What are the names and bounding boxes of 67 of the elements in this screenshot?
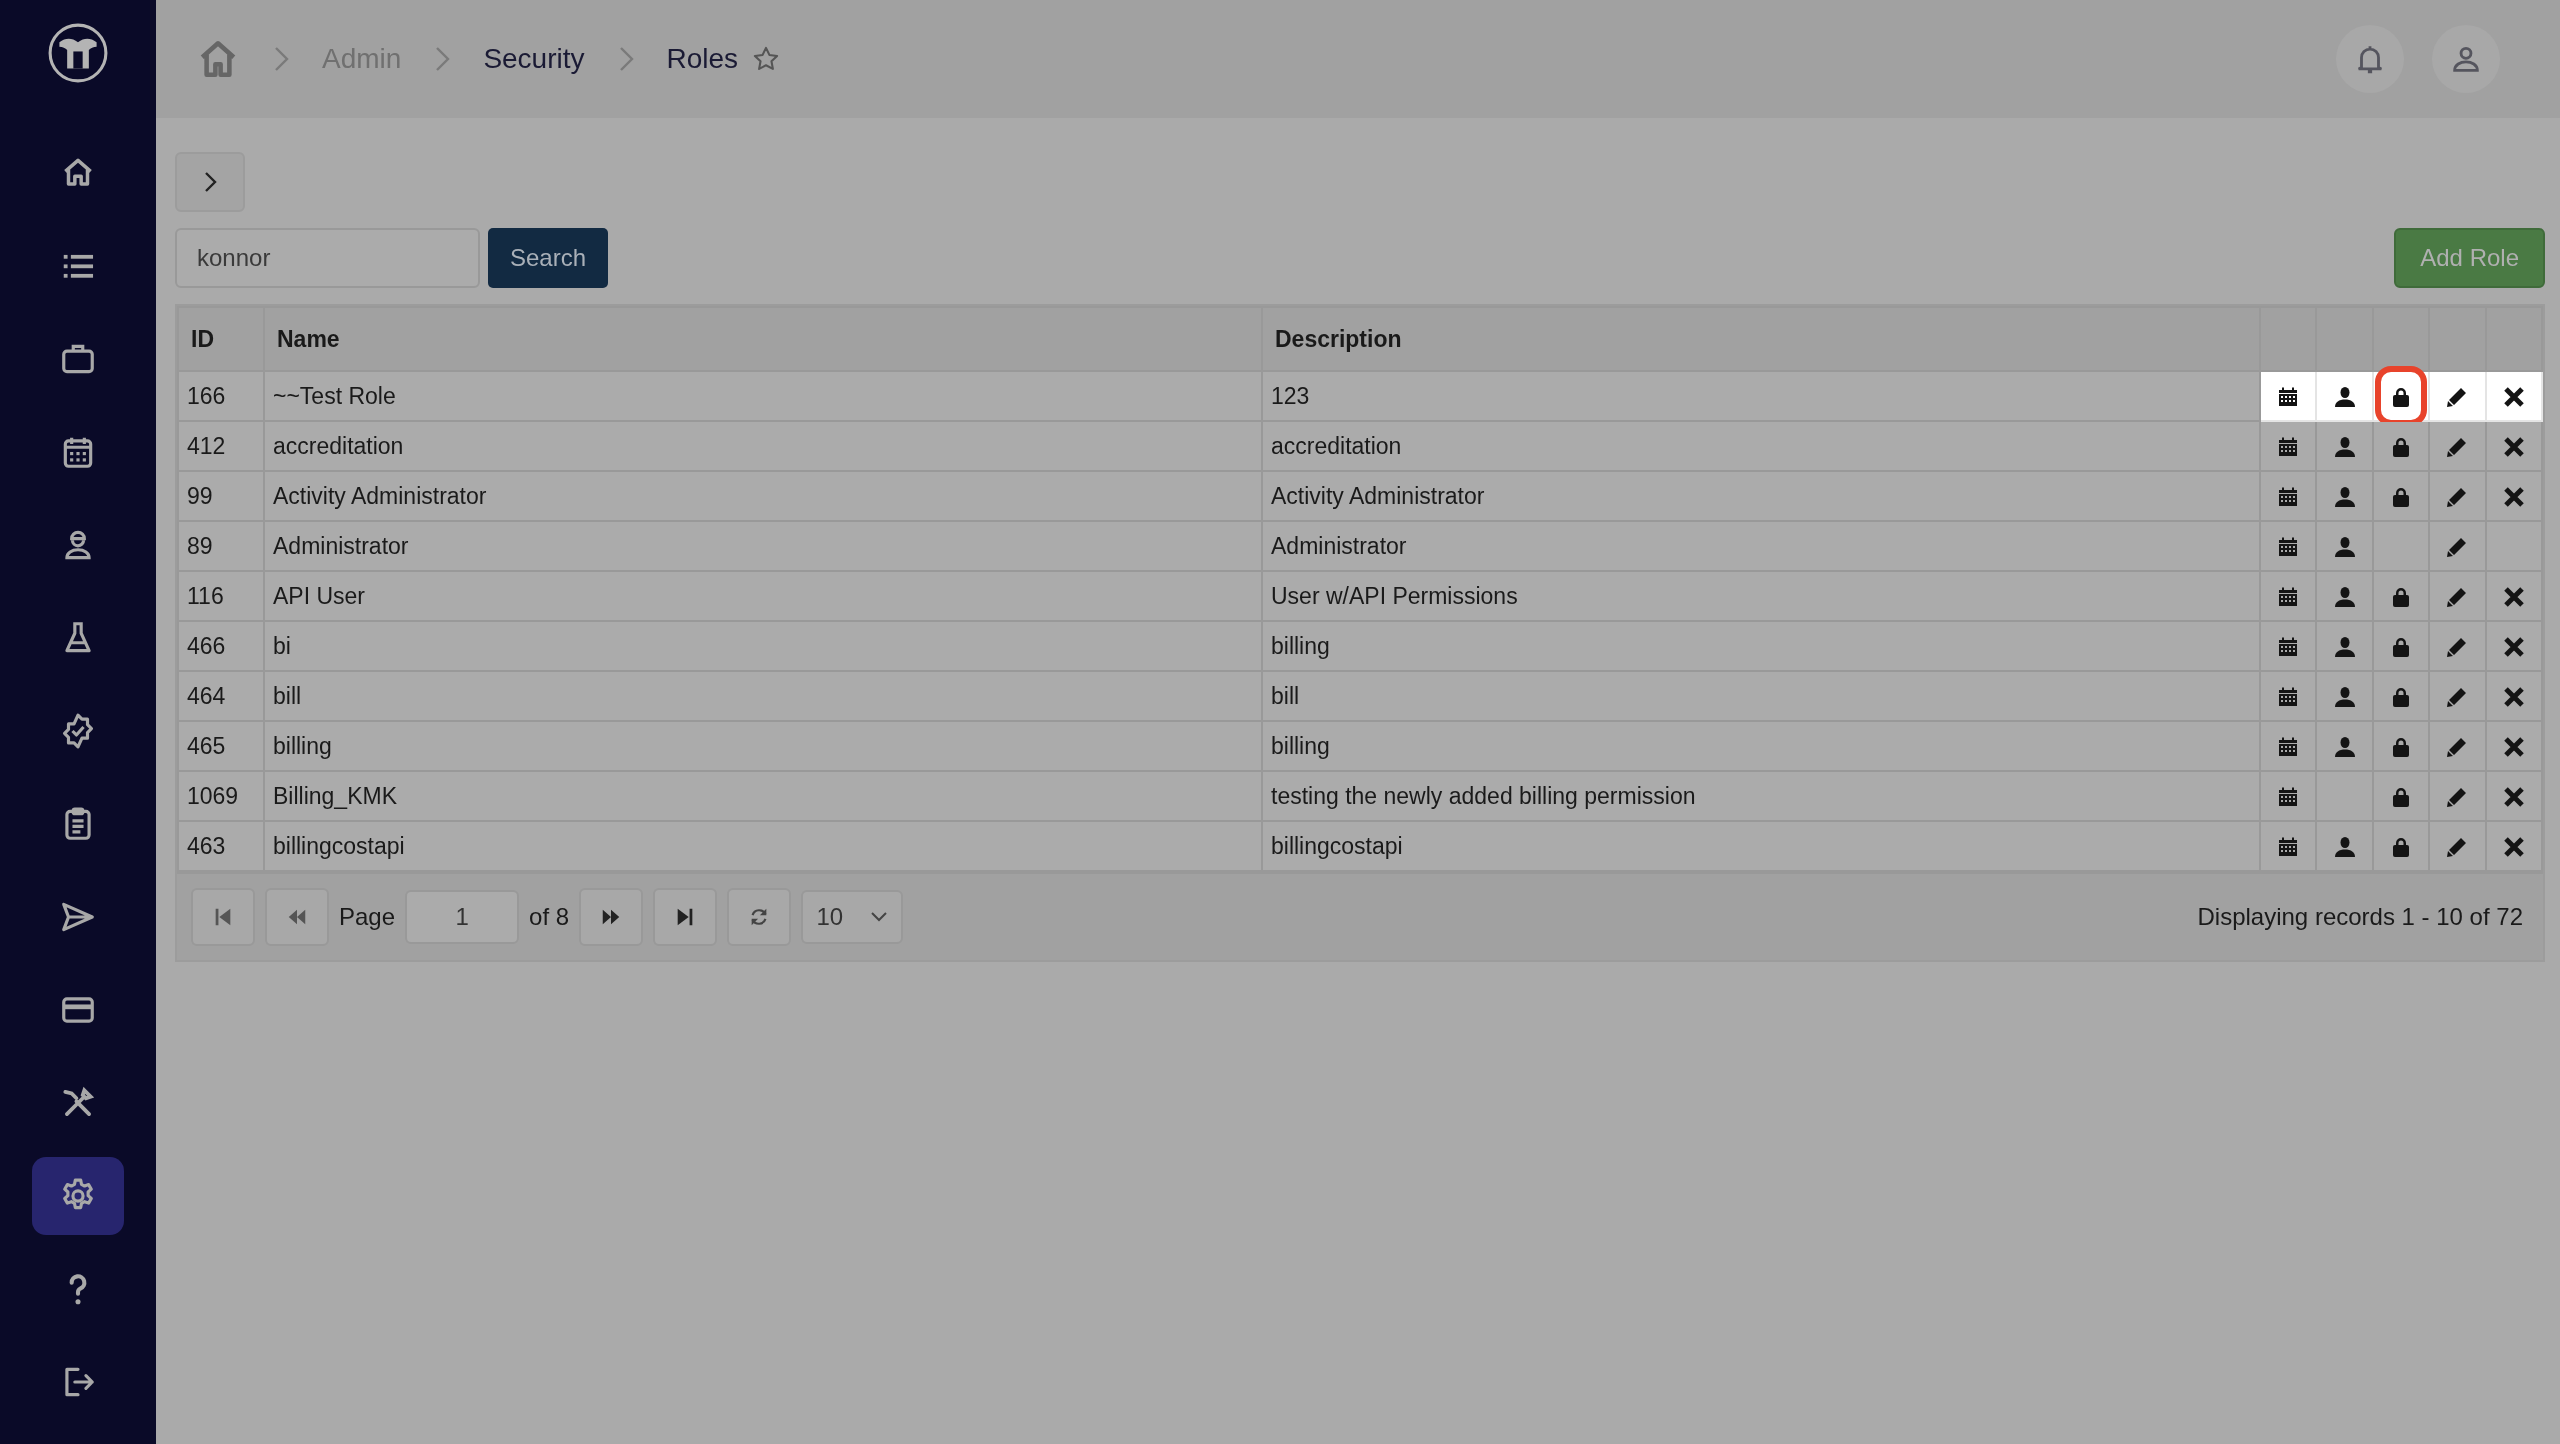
page-number-field[interactable]: 1 [405,890,520,944]
breadcrumb-link[interactable]: Security [483,43,585,75]
table-cell: Activity Administrator [1262,471,2260,521]
table-cell: Administrator [264,521,1262,571]
page-size-select[interactable]: 10 [801,890,904,944]
column-header: Name [264,307,1262,371]
column-header [2485,307,2542,371]
column-header [2372,307,2430,371]
table-cell: Billing_KMK [264,771,1262,821]
table-cell: Activity Administrator [264,471,1262,521]
search-button[interactable]: Search [488,228,609,288]
table-cell: 89 [178,521,264,571]
table-cell: billing [1262,721,2260,771]
chevron-icon [272,46,290,72]
user-icon[interactable] [2332,485,2357,510]
table-cell: accreditation [264,421,1262,471]
user-icon[interactable] [2332,435,2357,460]
table-cell: billingcostapi [264,821,1262,871]
column-header [2316,307,2373,371]
table-cell: 1069 [178,771,264,821]
first-page-button[interactable] [191,888,255,946]
table-cell: 116 [178,571,264,621]
user-icon[interactable] [2332,635,2357,660]
next-page-button[interactable] [579,888,644,946]
table-cell: ~~Test Role [264,371,1262,421]
page-label: Page [339,903,396,931]
column-header [2429,307,2486,371]
refresh-button[interactable] [727,888,792,946]
table-cell: 466 [178,621,264,671]
user-icon[interactable] [2332,385,2357,410]
previous-page-button[interactable] [265,888,329,946]
table-cell: User w/API Permissions [1262,571,2260,621]
table-cell: billing [264,721,1262,771]
table-cell: 123 [1262,371,2260,421]
table-cell: 463 [178,821,264,871]
last-page-button[interactable] [653,888,718,946]
user-icon[interactable] [2332,585,2357,610]
table-cell: testing the newly added billing permission [1262,771,2260,821]
table-cell: bill [1262,671,2260,721]
column-header [2260,307,2317,371]
user-icon[interactable] [2332,685,2357,710]
table-cell: 465 [178,721,264,771]
caret-icon [869,911,888,923]
table-cell: accreditation [1262,421,2260,471]
sidebar-item[interactable] [32,1157,124,1235]
breadcrumb-link[interactable]: Roles [666,43,739,75]
chevron-icon [433,46,452,72]
page-count: of 8 [529,903,570,931]
table-cell: Administrator [1262,521,2260,571]
user-icon[interactable] [2332,835,2357,860]
table-cell: billing [1262,621,2260,671]
table-cell: 99 [178,471,264,521]
table-cell: 412 [178,421,264,471]
table-cell: bi [264,621,1262,671]
column-header: ID [178,307,264,371]
table-cell: API User [264,571,1262,621]
user-icon[interactable] [2332,535,2357,560]
table-cell: billingcostapi [1262,821,2260,871]
table-cell: 464 [178,671,264,721]
table-cell: 166 [178,371,264,421]
column-header: Description [1262,307,2260,371]
user-icon[interactable] [2332,735,2357,760]
records-summary: Displaying records 1 - 10 of 72 [2197,903,2523,931]
star-icon[interactable] [752,45,781,73]
search-field[interactable]: konnor [175,228,480,288]
table-cell: bill [264,671,1262,721]
logo [47,22,109,84]
